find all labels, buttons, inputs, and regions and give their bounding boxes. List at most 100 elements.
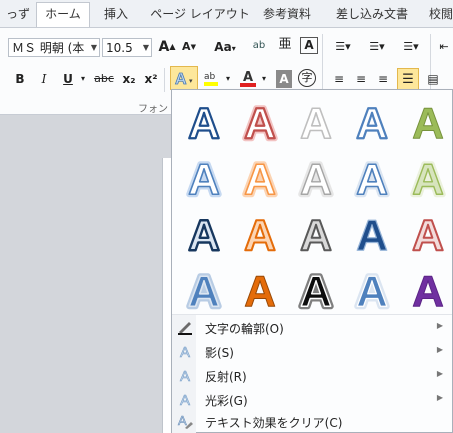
- chevron-down-icon[interactable]: ▼: [143, 39, 149, 57]
- styled-letter-a-icon: A: [356, 210, 389, 258]
- font-size-combo[interactable]: 10.5 ▼: [102, 38, 152, 57]
- svg-text:A: A: [300, 211, 332, 258]
- text-effect-style-15[interactable]: A: [402, 208, 453, 258]
- tab-mailings[interactable]: 差し込み文書: [330, 3, 414, 27]
- tab-references[interactable]: 参考資料: [255, 3, 319, 27]
- clear-format-icon[interactable]: ab: [250, 37, 268, 55]
- change-case-label: Aa: [214, 40, 232, 54]
- tab-home[interactable]: ホーム: [36, 2, 90, 27]
- align-right-icon[interactable]: ≡: [374, 70, 392, 88]
- text-effects-icon: A ▾: [175, 71, 193, 89]
- tab-file[interactable]: っず: [0, 3, 36, 27]
- styled-letter-a-icon: A: [355, 98, 389, 146]
- menu-item-label: 影(S): [205, 346, 234, 360]
- text-effect-style-16[interactable]: AA: [178, 264, 230, 314]
- align-center-icon[interactable]: ≡: [352, 70, 370, 88]
- menu-item-reflection[interactable]: A 反射(R) ▶: [172, 364, 452, 386]
- underline-button[interactable]: U: [60, 70, 76, 88]
- tab-review[interactable]: 校閲: [421, 3, 453, 27]
- enclose-char-icon[interactable]: 字: [298, 69, 316, 87]
- styled-letter-a-icon: A: [187, 210, 221, 258]
- text-effect-style-7[interactable]: AA: [234, 152, 286, 202]
- text-effect-style-9[interactable]: AA: [346, 152, 398, 202]
- phonetic-guide-icon[interactable]: 亜: [276, 36, 294, 54]
- svg-text:A: A: [178, 413, 187, 428]
- char-border-icon[interactable]: A: [300, 37, 318, 54]
- chevron-down-icon[interactable]: ▼: [91, 39, 97, 57]
- shadow-a-icon: A: [176, 342, 194, 362]
- bold-button[interactable]: B: [12, 70, 28, 88]
- text-effect-style-10[interactable]: AA: [402, 152, 453, 202]
- char-shading-icon[interactable]: A: [276, 70, 292, 88]
- text-effects-button[interactable]: A ▾: [170, 66, 198, 90]
- svg-text:A: A: [243, 70, 253, 85]
- reflection-a-icon: A: [176, 366, 194, 386]
- font-color-icon: A: [240, 70, 256, 87]
- text-effect-style-11[interactable]: A: [178, 208, 230, 258]
- font-grow-icon[interactable]: A▲: [156, 38, 178, 56]
- styled-letter-a-icon: A: [187, 98, 221, 146]
- text-effect-style-4[interactable]: A: [346, 96, 398, 146]
- svg-text:A: A: [412, 267, 444, 314]
- text-effects-gallery: AAAAAAAAAAAAAAAAAAAAAAAAAAAAA 文字の輪郭(O) ▶…: [171, 89, 453, 433]
- text-effect-style-12[interactable]: A: [234, 208, 286, 258]
- styled-letter-a-icon: AA: [297, 264, 335, 314]
- text-effect-style-18[interactable]: AA: [290, 264, 342, 314]
- text-effect-style-6[interactable]: AA: [178, 152, 230, 202]
- text-effect-style-5[interactable]: A: [402, 96, 453, 147]
- text-effect-style-1[interactable]: A: [178, 96, 230, 146]
- text-effect-style-8[interactable]: AA: [290, 152, 342, 202]
- justify-icon[interactable]: ☰: [397, 68, 419, 90]
- text-effect-style-20[interactable]: A: [402, 264, 453, 315]
- text-effect-style-3[interactable]: A: [290, 96, 342, 146]
- multilevel-list-icon[interactable]: ☰▾: [398, 38, 424, 56]
- svg-text:A: A: [412, 155, 444, 202]
- svg-text:A: A: [244, 267, 276, 314]
- submenu-arrow-icon: ▶: [436, 321, 443, 330]
- menu-item-shadow[interactable]: A 影(S) ▶: [172, 340, 452, 362]
- svg-text:A: A: [244, 211, 276, 258]
- strikethrough-button[interactable]: abc: [92, 70, 116, 88]
- font-shrink-icon[interactable]: A▼: [178, 38, 200, 56]
- styled-letter-a-icon: A: [412, 99, 445, 147]
- styled-letter-a-icon: AA: [353, 152, 391, 202]
- styled-letter-a-icon: AA: [297, 152, 335, 202]
- svg-text:A: A: [356, 99, 388, 146]
- text-effect-style-14[interactable]: A: [346, 208, 398, 258]
- svg-text:A: A: [188, 155, 220, 202]
- highlighter-icon: ab: [204, 72, 218, 86]
- chevron-down-icon[interactable]: ▾: [224, 70, 232, 88]
- italic-button[interactable]: I: [36, 70, 52, 88]
- styled-letter-a-icon: A: [299, 210, 333, 258]
- menu-item-glow[interactable]: A 光彩(G) ▶: [172, 388, 452, 410]
- menu-item-label: 光彩(G): [205, 394, 248, 408]
- align-left-icon[interactable]: ≡: [330, 70, 348, 88]
- svg-text:A: A: [175, 71, 187, 88]
- superscript-button[interactable]: x²: [142, 70, 160, 88]
- clear-effects-icon: A: [176, 412, 194, 430]
- decrease-indent-icon[interactable]: ⇤: [436, 38, 452, 56]
- svg-text:A: A: [356, 155, 388, 202]
- text-effect-style-13[interactable]: A: [290, 208, 342, 258]
- font-color-button[interactable]: A: [238, 68, 260, 87]
- subscript-button[interactable]: x₂: [120, 70, 138, 88]
- chevron-down-icon[interactable]: ▾: [260, 70, 268, 88]
- styled-letter-a-icon: A: [244, 267, 277, 315]
- text-effect-style-17[interactable]: A: [234, 264, 286, 315]
- svg-text:A: A: [180, 344, 190, 360]
- tab-page-layout[interactable]: ページ レイアウト: [150, 3, 250, 27]
- font-name-combo[interactable]: ＭＳ 明朝 (本 ▼: [8, 38, 100, 57]
- menu-item-clear-effects[interactable]: A テキスト効果をクリア(C): [172, 410, 452, 432]
- bullets-icon[interactable]: ☰▾: [330, 38, 356, 56]
- highlight-color-button[interactable]: ab: [202, 68, 224, 86]
- pen-outline-icon: [176, 318, 194, 336]
- submenu-arrow-icon: ▶: [436, 369, 443, 378]
- text-effect-style-19[interactable]: AA: [346, 264, 398, 314]
- text-effect-style-2[interactable]: AA: [234, 96, 286, 146]
- tab-insert[interactable]: 挿入: [92, 3, 140, 27]
- distributed-icon[interactable]: ▤: [424, 70, 442, 88]
- change-case-button[interactable]: Aa▾: [210, 38, 240, 56]
- menu-item-outline[interactable]: 文字の輪郭(O) ▶: [172, 316, 452, 338]
- numbering-icon[interactable]: ☰▾: [364, 38, 390, 56]
- chevron-down-icon[interactable]: ▾: [78, 70, 88, 88]
